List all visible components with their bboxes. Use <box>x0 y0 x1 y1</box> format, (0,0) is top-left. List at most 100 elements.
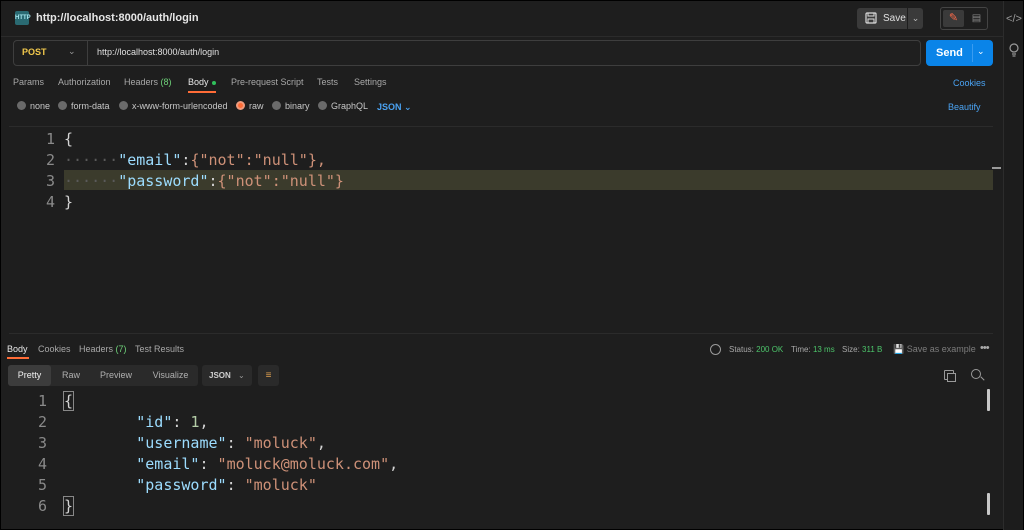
radio-binary-label: binary <box>285 101 310 111</box>
indent-whitespace: ······ <box>64 172 119 190</box>
close-brace: } <box>64 193 74 211</box>
http-request-icon: HTTP <box>15 11 31 25</box>
copy-icon[interactable] <box>944 370 956 382</box>
size-label: Size: <box>842 345 860 354</box>
send-label: Send <box>936 47 963 59</box>
tab-body[interactable]: Body <box>188 77 216 87</box>
tab-authorization[interactable]: Authorization <box>58 77 111 87</box>
url-input[interactable]: http://localhost:8000/auth/login <box>97 47 219 57</box>
request-header: HTTP http://localhost:8000/auth/login Sa… <box>1 1 1004 37</box>
save-icon <box>865 12 877 24</box>
tab-headers[interactable]: Headers (8) <box>124 77 172 87</box>
view-mode-toggle: ✎ ▤ <box>940 7 988 30</box>
code-line: "username": "moluck", <box>136 434 326 452</box>
send-options-chevron-down-icon[interactable]: ⌄ <box>977 46 985 57</box>
tab-tests[interactable]: Tests <box>317 77 338 87</box>
radio-none[interactable]: none <box>17 101 50 111</box>
request-body-editor[interactable]: 1 2 3 4 { ······"email":{"not":"null"}, … <box>9 126 1001 334</box>
response-tab-body[interactable]: Body <box>7 344 28 354</box>
json-value-id: 1 <box>190 413 200 431</box>
request-title[interactable]: http://localhost:8000/auth/login <box>36 12 199 24</box>
radio-graphql-label: GraphQL <box>331 101 369 111</box>
wrap-icon[interactable]: ≡ <box>258 365 279 386</box>
response-tab-headers[interactable]: Headers (7) <box>79 344 127 354</box>
status-info[interactable]: Status: 200 OK <box>729 345 783 354</box>
save-icon: 💾 <box>893 344 905 354</box>
view-tab-pretty[interactable]: Pretty <box>8 365 51 386</box>
json-key: "password" <box>118 172 209 190</box>
time-info[interactable]: Time: 13 ms <box>791 345 835 354</box>
radio-binary[interactable]: binary <box>272 101 310 111</box>
view-tab-raw[interactable]: Raw <box>53 365 89 386</box>
open-brace: { <box>62 391 75 411</box>
json-key: "id" <box>136 413 173 431</box>
json-value-username: "moluck" <box>244 434 317 452</box>
code-line: } <box>64 193 73 211</box>
tab-pre-request-script[interactable]: Pre-request Script <box>231 77 304 87</box>
document-icon[interactable]: ▤ <box>966 10 987 27</box>
tab-params[interactable]: Params <box>13 77 44 87</box>
radio-raw[interactable]: raw <box>236 101 264 111</box>
json-value: {"not":"null"} <box>217 172 344 190</box>
radio-dot <box>318 101 327 110</box>
radio-form-data[interactable]: form-data <box>58 101 110 111</box>
password-value: moluck <box>253 476 308 494</box>
tab-body-label: Body <box>188 77 209 87</box>
time-label: Time: <box>791 345 811 354</box>
method-select[interactable]: POST ⌄ <box>14 41 88 65</box>
code-line: ······"password":{"not":"null"} <box>64 172 344 190</box>
time-value: 13 ms <box>812 345 835 354</box>
scrollbar-thumb-top[interactable] <box>987 389 990 411</box>
cookies-link[interactable]: Cookies <box>953 78 986 88</box>
code-line: { <box>62 391 75 411</box>
view-tab-visualize[interactable]: Visualize <box>143 365 198 386</box>
open-brace: { <box>64 130 74 148</box>
lightbulb-icon[interactable] <box>1006 43 1022 59</box>
line-number: 5 <box>37 476 47 494</box>
tab-settings[interactable]: Settings <box>354 77 387 87</box>
chevron-down-icon: ⌄ <box>238 371 245 380</box>
code-line: "email": "moluck@moluck.com", <box>136 455 399 473</box>
send-button[interactable]: Send ⌄ <box>926 40 993 66</box>
language-label: JSON <box>377 102 402 112</box>
response-headers-label: Headers <box>79 344 114 354</box>
active-response-tab-underline <box>7 357 29 359</box>
more-icon[interactable]: ••• <box>980 342 990 354</box>
pencil-icon[interactable]: ✎ <box>943 10 964 27</box>
json-value-password: "moluck" <box>244 476 317 494</box>
beautify-button[interactable]: Beautify <box>948 102 981 112</box>
response-tab-test-results[interactable]: Test Results <box>135 344 184 354</box>
close-brace: } <box>62 496 75 516</box>
response-tab-cookies[interactable]: Cookies <box>38 344 71 354</box>
save-as-example-button[interactable]: 💾 Save as example <box>893 344 976 355</box>
save-options-chevron-down-icon[interactable]: ⌄ <box>908 8 923 29</box>
line-number: 3 <box>45 172 55 190</box>
radio-graphql[interactable]: GraphQL <box>318 101 368 111</box>
response-view-tabs: Pretty Raw Preview Visualize <box>8 365 198 386</box>
radio-dot <box>272 101 281 110</box>
json-key: "password" <box>136 476 227 494</box>
code-icon[interactable]: </> <box>1006 11 1022 27</box>
radio-dot <box>119 101 128 110</box>
radio-none-label: none <box>30 101 51 111</box>
code-line: "password": "moluck" <box>136 476 317 494</box>
line-number: 3 <box>37 434 47 452</box>
email-value: moluck@moluck.com <box>226 455 381 473</box>
language-select[interactable]: JSON ⌄ <box>377 102 412 113</box>
view-tab-preview[interactable]: Preview <box>91 365 141 386</box>
radio-urlencoded-label: x-www-form-urlencoded <box>132 101 228 111</box>
line-number: 6 <box>37 497 47 515</box>
status-label: Status: <box>729 345 754 354</box>
scrollbar-thumb-bottom[interactable] <box>987 493 990 515</box>
json-key: "username" <box>136 434 227 452</box>
json-value-email: "moluck@moluck.com" <box>217 455 390 473</box>
response-body-viewer[interactable]: 1 2 3 4 5 6 { "id": 1, "username": "molu… <box>1 389 1004 529</box>
radio-x-www-form-urlencoded[interactable]: x-www-form-urlencoded <box>119 101 228 111</box>
postman-window: </> HTTP http://localhost:8000/auth/logi… <box>0 0 1024 530</box>
response-format-select[interactable]: JSON ⌄ <box>202 365 252 386</box>
globe-icon[interactable] <box>710 344 721 355</box>
search-icon[interactable] <box>971 369 981 379</box>
size-info[interactable]: Size: 311 B <box>842 345 882 354</box>
save-button[interactable]: Save <box>857 8 907 29</box>
json-key: "email" <box>136 455 200 473</box>
